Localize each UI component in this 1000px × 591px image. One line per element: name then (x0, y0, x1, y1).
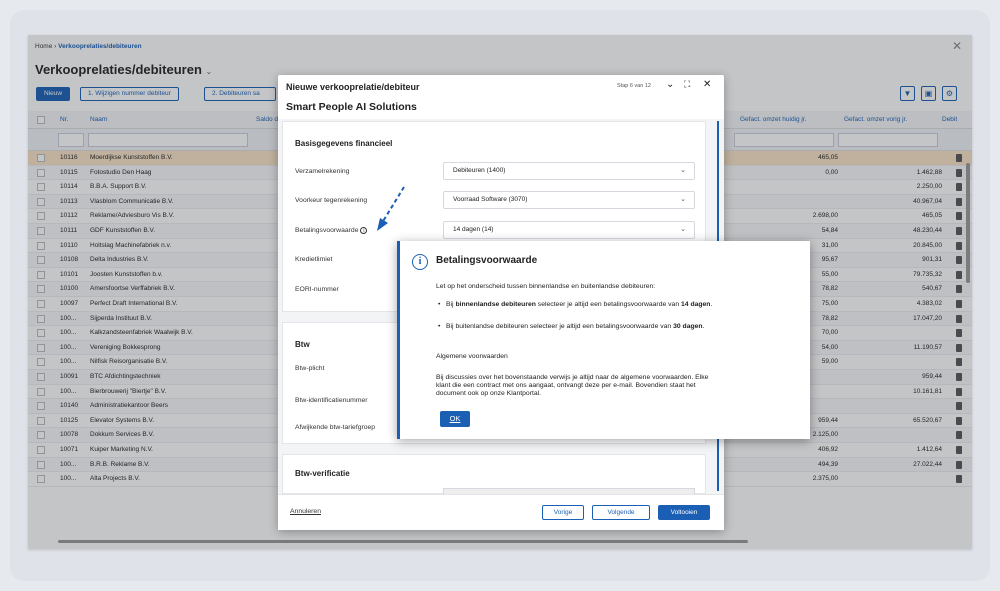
previous-button[interactable]: Vorige (542, 505, 584, 520)
popover-paragraph-line: klant die een contract met ons aangaat, … (436, 382, 696, 389)
field-label: Btw-identificatienummer (295, 397, 368, 404)
popover-bullet-2: Bij buitenlandse debiteuren selecteer je… (438, 323, 766, 331)
field-label: Afwijkende btw-tariefgroep (295, 424, 376, 431)
field-label: Voorkeur tegenrekening (295, 197, 368, 204)
modal-footer: Annuleren Vorige Volgende Voltooien (278, 494, 724, 530)
section-title: Btw (295, 340, 310, 349)
next-button[interactable]: Volgende (592, 505, 650, 520)
select-value: Debiteuren (1400) (453, 167, 506, 174)
finish-button[interactable]: Voltooien (658, 505, 710, 520)
verzamelrekening-select[interactable]: Debiteuren (1400) ⌄ (443, 162, 695, 180)
info-popover: i Betalingsvoorwaarde Let op het ondersc… (397, 241, 810, 439)
select-value: 14 dagen (14) (453, 226, 494, 233)
betalingsvoorwaarde-select[interactable]: 14 dagen (14) ⌄ (443, 221, 695, 239)
modal-subtitle: Smart People AI Solutions (286, 101, 417, 113)
ok-button[interactable]: OK (440, 411, 470, 427)
popover-bullet-1: Bij binnenlandse debiteuren selecteer je… (438, 301, 766, 309)
bullet-text: Bij buitenlandse debiteuren selecteer je… (446, 323, 674, 330)
field-label-text: Betalingsvoorwaarde (295, 227, 359, 234)
field-label: Verzamelrekening (295, 168, 350, 175)
bullet-text: selecteer je altijd een betalingsvoorwaa… (535, 301, 681, 308)
section-card-btw-verificatie: Btw-verificatie (282, 454, 706, 496)
cancel-link[interactable]: Annuleren (290, 508, 321, 515)
info-icon[interactable]: i (360, 227, 368, 234)
popover-paragraph-line: document ook op onze Klantportal. (436, 390, 542, 397)
field-label: EORI-nummer (295, 286, 339, 293)
field-label: Kredietlimiet (295, 256, 333, 263)
popover-intro: Let op het onderscheid tussen binnenland… (436, 283, 656, 290)
chevron-down-icon: ⌄ (680, 226, 686, 233)
popover-title: Betalingsvoorwaarde (436, 255, 538, 266)
select-value: Voorraad Software (3070) (453, 196, 528, 203)
bullet-bold: 14 dagen (681, 301, 711, 308)
popover-paragraph-line: Bij discussies over het bovenstaande ver… (436, 374, 709, 381)
chevron-down-icon: ⌄ (680, 196, 686, 203)
section-title: Basisgegevens financieel (295, 139, 393, 148)
voorkeur-tegenrekening-select[interactable]: Voorraad Software (3070) ⌄ (443, 191, 695, 209)
bullet-bold: binnenlandse debiteuren (455, 301, 536, 308)
fullscreen-icon[interactable]: ⛶ (684, 79, 690, 90)
step-indicator: Stap 6 van 12 (617, 83, 651, 89)
chevron-down-icon[interactable]: ⌄ (666, 79, 674, 90)
chevron-down-icon: ⌄ (680, 167, 686, 174)
info-icon: i (412, 254, 428, 270)
modal-title: Nieuwe verkooprelatie/debiteur (286, 82, 420, 92)
field-label: Betalingsvoorwaarde i (295, 227, 368, 234)
close-icon[interactable]: ✕ (703, 79, 711, 90)
section-title: Btw-verificatie (295, 469, 350, 478)
bullet-bold: 30 dagen (673, 323, 703, 330)
popover-heading: Algemene voorwaarden (436, 353, 508, 360)
field-label: Btw-plicht (295, 365, 325, 372)
pointer-arrow-icon (377, 186, 405, 231)
